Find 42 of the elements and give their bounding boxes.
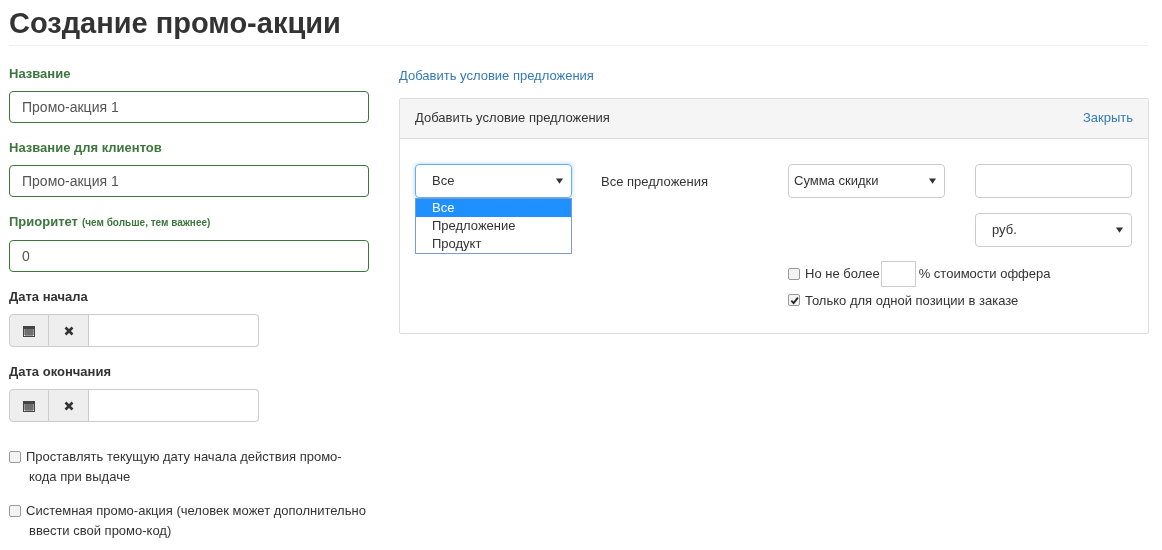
add-condition-link[interactable]: Добавить условие предложения: [399, 66, 594, 86]
calendar-button[interactable]: [9, 314, 49, 347]
calendar-icon: [23, 399, 35, 412]
close-icon: [63, 325, 74, 336]
checkbox[interactable]: [788, 267, 800, 280]
checkbox[interactable]: [9, 505, 21, 517]
checkbox-label: Но не более: [805, 264, 880, 283]
dropdown-option[interactable]: Предложение: [416, 216, 571, 235]
checkbox-label: Только для одной позиции в заказе: [805, 291, 1019, 310]
field-hint: (чем больше, тем важнее): [81, 216, 211, 230]
input-field[interactable]: Промо-акция 1: [9, 91, 369, 123]
select-field[interactable]: Сумма скидки: [788, 163, 945, 198]
input-field[interactable]: [880, 260, 916, 287]
date-field[interactable]: [89, 314, 259, 347]
calendar-button[interactable]: [9, 389, 49, 422]
caret-icon: [556, 177, 563, 184]
close-icon: [63, 400, 74, 411]
field-label: Название: [9, 66, 71, 82]
scope-text: Все предложения: [601, 172, 710, 191]
clear-button[interactable]: [49, 389, 89, 422]
input-field[interactable]: Промо-акция 1: [9, 165, 369, 197]
checkbox-label: % стоимости оффера: [918, 264, 1051, 283]
dropdown-option[interactable]: Продукт: [416, 234, 571, 253]
calendar-icon: [23, 324, 35, 337]
field-label: Название для клиентов: [9, 140, 162, 156]
select-field[interactable]: Все: [415, 163, 572, 198]
caret-icon: [1116, 226, 1123, 233]
select-field[interactable]: руб.: [975, 212, 1132, 247]
clear-button[interactable]: [49, 314, 89, 347]
panel-title: Добавить условие предложения: [415, 109, 610, 128]
field-label: Дата начала: [9, 289, 88, 305]
close-link[interactable]: Закрыть: [1082, 108, 1133, 128]
checkbox[interactable]: [788, 294, 800, 307]
date-field[interactable]: [89, 389, 259, 422]
checkbox-label: Системная промо-акция (человек может дополнительно ввести свой промо-код): [26, 502, 367, 540]
input-field[interactable]: 0: [9, 240, 369, 272]
caret-icon: [929, 177, 936, 184]
field-label: Дата окончания: [9, 364, 111, 380]
checkbox-label: Проставлять текущую дату начала действия промо-кода при выдаче: [26, 448, 343, 486]
checkbox[interactable]: [9, 451, 21, 463]
field-label: Приоритет: [9, 214, 78, 230]
input-field[interactable]: [975, 163, 1132, 198]
